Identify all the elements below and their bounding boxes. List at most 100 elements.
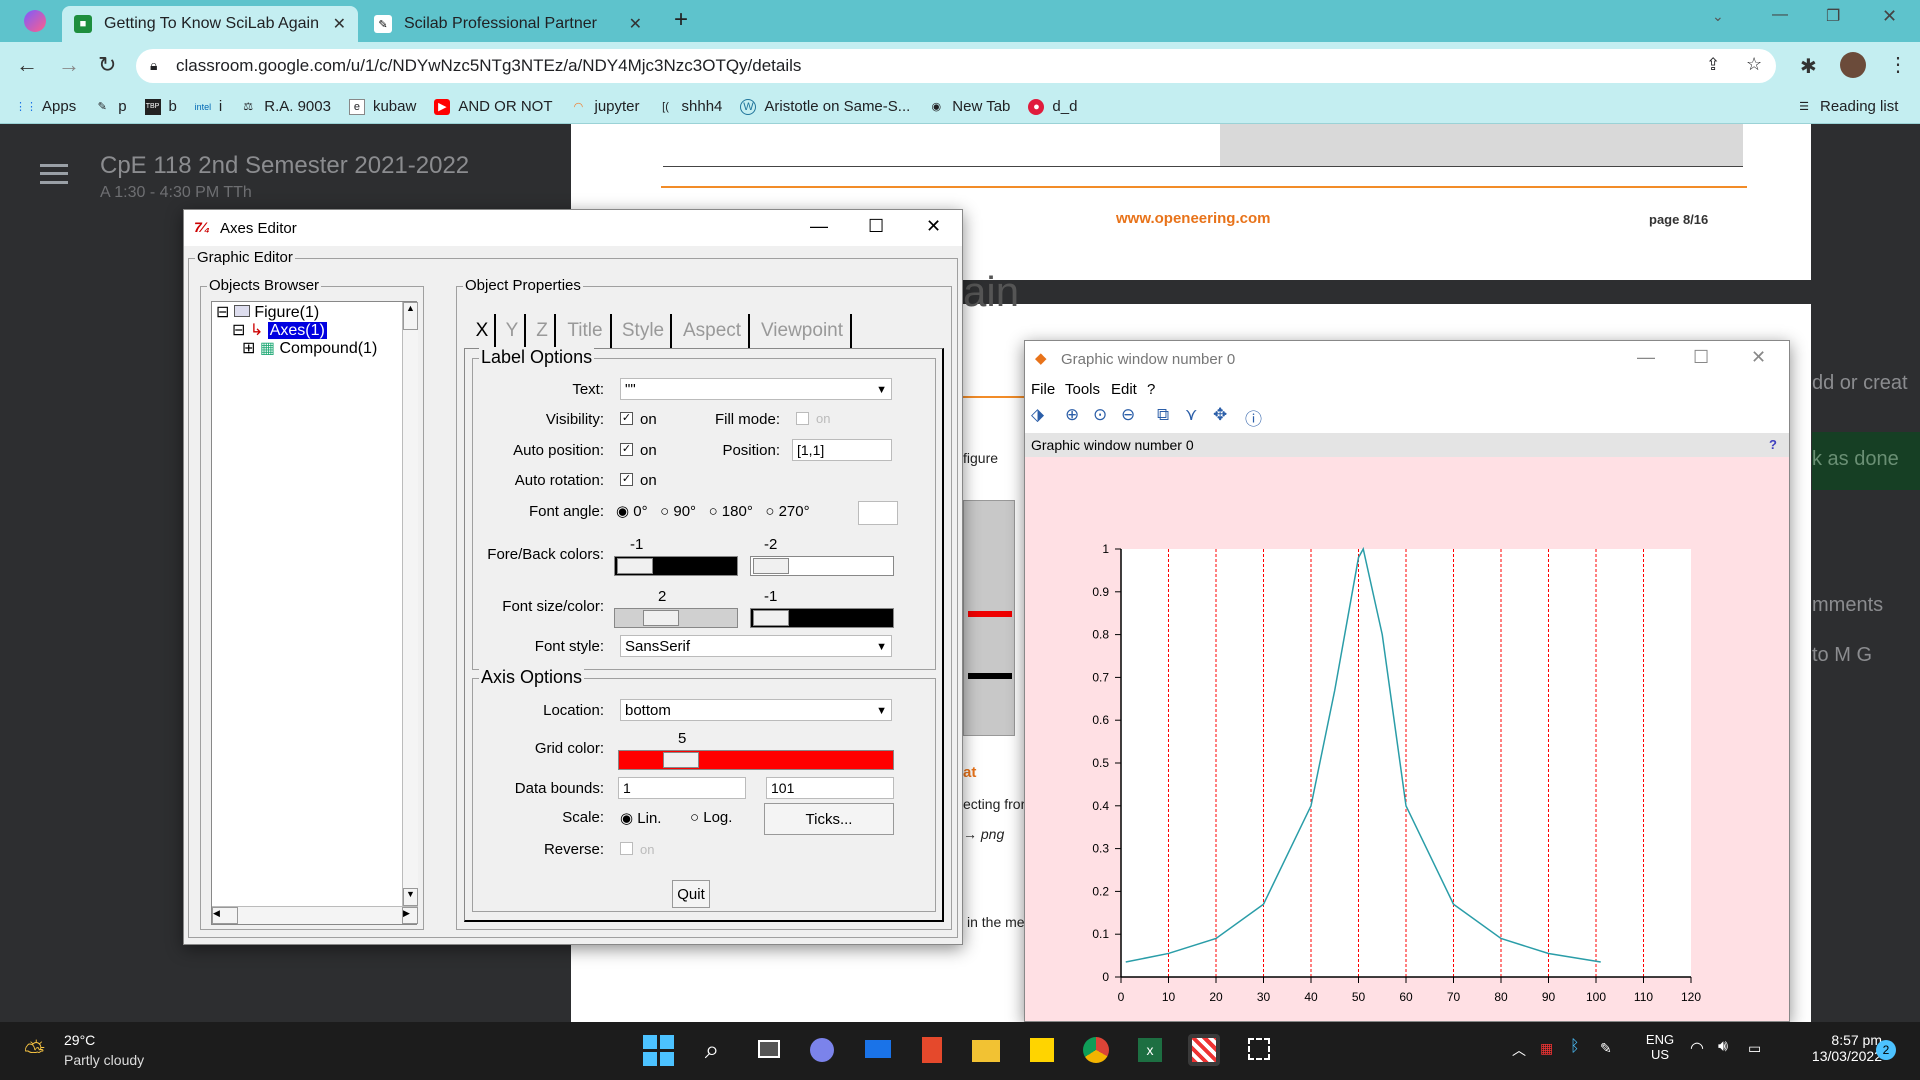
bookmark-aristotle[interactable]: W Aristotle on Same-S... (740, 98, 910, 115)
vertical-scrollbar[interactable]: ▲ ▼ (402, 302, 418, 906)
tree-item-figure[interactable]: ⊟ Figure(1) (216, 302, 319, 322)
snipping-tool-icon[interactable] (1244, 1034, 1276, 1066)
minimize-icon[interactable]: — (810, 216, 828, 237)
tree-expander-icon[interactable]: ⊞ (242, 340, 255, 357)
close-tab-icon[interactable]: ✕ (333, 14, 346, 34)
ticks-button[interactable]: Ticks... (764, 803, 894, 835)
search-icon[interactable]: ⌕ (696, 1034, 728, 1066)
tab-z[interactable]: Z (530, 314, 556, 348)
bookmark-i[interactable]: intel i (195, 98, 223, 115)
volume-icon[interactable]: 🔊︎ (1718, 1038, 1728, 1056)
course-title[interactable]: CpE 118 2nd Semester 2021-2022 (100, 152, 469, 180)
bookmark-shhh4[interactable]: [(shhh4 (658, 98, 722, 115)
radio-0[interactable]: ◉ 0° (616, 503, 648, 520)
font-angle-field[interactable] (858, 501, 898, 525)
tab-style[interactable]: Style (616, 314, 672, 348)
tab-title[interactable]: Title (560, 314, 612, 348)
edit-curve-icon[interactable]: ⋎ (1185, 405, 1197, 425)
auto-rotation-checkbox[interactable]: ✓ (620, 473, 633, 486)
bookmark-jupyter[interactable]: ◠ jupyter (570, 98, 640, 115)
language-indicator[interactable]: ENG US (1638, 1032, 1682, 1062)
datatip-icon[interactable]: ⧉ (1157, 405, 1169, 425)
excel-icon[interactable]: x (1134, 1034, 1166, 1066)
tray-app-icon[interactable]: ▦ (1540, 1040, 1553, 1057)
minimize-icon[interactable]: — (1637, 347, 1655, 368)
close-icon[interactable]: ✕ (926, 216, 941, 237)
close-window-icon[interactable]: ✕ (1882, 6, 1897, 27)
menu-help[interactable]: ? (1147, 381, 1155, 398)
hamburger-icon[interactable] (40, 164, 68, 184)
font-style-combo[interactable]: SansSerif ▼ (620, 635, 892, 657)
tab-scilab[interactable]: ✎ Scilab Professional Partner ✕ (362, 6, 654, 42)
minimize-icon[interactable]: — (1772, 6, 1788, 24)
weather-widget[interactable]: ⛅︎ 29°C Partly cloudy (24, 1032, 174, 1072)
scale-log-radio[interactable]: ○ Log. (690, 809, 732, 826)
sticky-notes-icon[interactable] (1026, 1034, 1058, 1066)
share-icon[interactable]: ⇪ (1706, 55, 1720, 75)
messenger-icon[interactable] (24, 10, 46, 32)
tray-chevron-icon[interactable]: ︿ (1512, 1040, 1526, 1060)
tab-aspect[interactable]: Aspect (676, 314, 750, 348)
location-combo[interactable]: bottom ▼ (620, 699, 892, 721)
mark-done-button[interactable]: k as done (1812, 432, 1920, 490)
tab-x[interactable]: X (470, 314, 496, 348)
task-view-icon[interactable] (752, 1034, 784, 1066)
bookmark-p[interactable]: ✎ p (94, 98, 127, 115)
side-text-add[interactable]: dd or creat (1812, 372, 1908, 395)
forward-icon[interactable]: → (58, 52, 80, 78)
menu-icon[interactable]: ⋮ (1888, 52, 1908, 77)
maximize-icon[interactable]: ☐ (1693, 347, 1709, 368)
radio-270[interactable]: ○ 270° (765, 503, 809, 520)
horizontal-scrollbar[interactable]: ◀ ▶ (212, 906, 418, 924)
tree-item-axes[interactable]: ⊟ ↳ Axes(1) (232, 320, 327, 340)
mail-icon[interactable] (862, 1034, 894, 1066)
data-bounds-max-field[interactable]: 101 (766, 777, 894, 799)
bookmark-dd[interactable]: ● d_d (1028, 98, 1077, 115)
text-combo[interactable]: "" ▼ (620, 378, 892, 400)
chrome-icon[interactable] (1080, 1034, 1112, 1066)
menu-edit[interactable]: Edit (1111, 381, 1137, 398)
bluetooth-icon[interactable]: ᛒ (1570, 1038, 1580, 1056)
scale-lin-radio[interactable]: ◉ Lin. (620, 809, 661, 827)
auto-position-checkbox[interactable]: ✓ (620, 443, 633, 456)
tree-item-compound[interactable]: ⊞ ▦ Compound(1) (242, 338, 377, 358)
bookmark-new-tab[interactable]: ◉ New Tab (928, 98, 1010, 115)
close-icon[interactable]: ✕ (1751, 347, 1766, 368)
plot-canvas[interactable]: 0 10 20 30 40 50 60 70 80 90 100 110 120 0 0.1 0.2 0.3 0.… (1025, 457, 1789, 1021)
bookmark-b[interactable]: TBP b (144, 98, 177, 115)
pan-icon[interactable]: ✥ (1213, 405, 1227, 425)
tree-view[interactable]: ⊟ Figure(1) ⊟ ↳ Axes(1) ⊞ ▦ Compound(1) … (211, 301, 418, 925)
tree-expander-icon[interactable]: ⊟ (216, 304, 229, 321)
back-color-slider[interactable] (750, 556, 894, 576)
tab-y[interactable]: Y (500, 314, 526, 348)
tab-search-icon[interactable]: ⌄ (1712, 8, 1724, 25)
radio-90[interactable]: ○ 90° (660, 503, 696, 520)
notification-badge[interactable]: 2 (1876, 1040, 1896, 1060)
tab-classroom[interactable]: ■ Getting To Know SciLab Again ✕ (62, 6, 358, 42)
pen-icon[interactable]: ✎ (1600, 1040, 1612, 1057)
start-icon[interactable] (642, 1034, 674, 1066)
new-tab-button[interactable]: + (674, 6, 688, 34)
help-icon[interactable]: ⓘ (1245, 405, 1262, 430)
address-bar[interactable]: 🔒︎ classroom.google.com/u/1/c/NDYwNzc5NT… (136, 49, 1776, 83)
zoom-fit-icon[interactable]: ⊙ (1093, 405, 1107, 425)
rotate-icon[interactable]: ⬗ (1031, 405, 1044, 425)
teams-icon[interactable] (806, 1034, 838, 1066)
bookmark-star-icon[interactable]: ☆ (1746, 54, 1762, 75)
reload-icon[interactable]: ↻ (98, 52, 116, 78)
battery-icon[interactable]: ▭ (1748, 1040, 1761, 1057)
wifi-icon[interactable]: ◠ (1690, 1038, 1704, 1058)
tab-viewpoint[interactable]: Viewpoint (754, 314, 852, 348)
tree-expander-icon[interactable]: ⊟ (232, 322, 245, 339)
menu-tools[interactable]: Tools (1065, 381, 1100, 398)
bookmark-ra9003[interactable]: ⚖ R.A. 9003 (240, 98, 331, 115)
office-icon[interactable] (916, 1034, 948, 1066)
bookmark-and-or-not[interactable]: ▶ AND OR NOT (434, 98, 552, 115)
font-color-slider[interactable] (750, 608, 894, 628)
extensions-icon[interactable]: ✱ (1800, 54, 1817, 79)
zoom-out-icon[interactable]: ⊖ (1121, 405, 1135, 425)
back-icon[interactable]: ← (16, 52, 38, 78)
restore-icon[interactable]: ❐ (1826, 6, 1840, 26)
quit-button[interactable]: Quit (672, 880, 710, 908)
profile-avatar[interactable] (1840, 52, 1866, 78)
